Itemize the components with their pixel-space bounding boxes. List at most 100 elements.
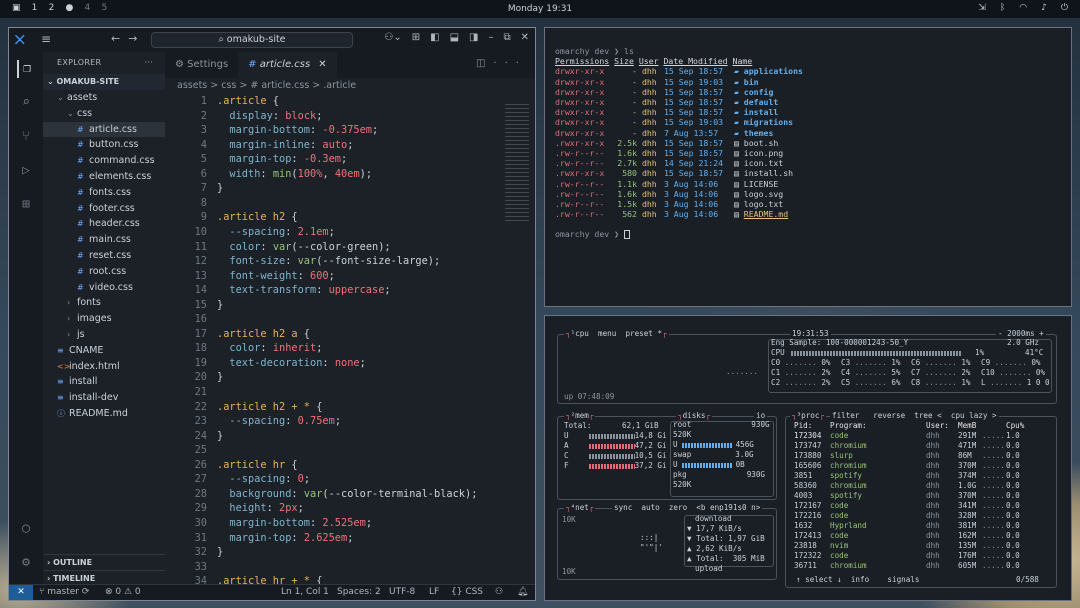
terminal-window[interactable]: omarchy dev ❯ ls Permissions Size User D… bbox=[544, 27, 1072, 307]
tree-item[interactable]: # fonts.css bbox=[43, 185, 165, 201]
clock[interactable]: Monday 19:31 bbox=[0, 4, 1080, 14]
project-section[interactable]: ⌄ OMAKUB-SITE bbox=[43, 74, 165, 90]
tree-item[interactable]: # video.css bbox=[43, 280, 165, 296]
source-control-icon[interactable]: ⑂ bbox=[17, 128, 35, 146]
remote-indicator-icon[interactable]: ✕ bbox=[9, 585, 33, 600]
proc-footer[interactable]: ↑ select ↓ info signals bbox=[796, 575, 919, 585]
eol-status[interactable]: LF bbox=[429, 587, 439, 597]
line-number: 18 bbox=[194, 342, 207, 355]
settings-tab-icon: ⚙ bbox=[175, 59, 188, 70]
code-editor[interactable]: 1 .article {2 display: block; 3 margin-bot… bbox=[165, 94, 525, 587]
tree-item[interactable]: # article.css bbox=[43, 121, 165, 138]
proc-cell[interactable]: 58360 bbox=[794, 481, 817, 491]
account-icon[interactable]: ◯ bbox=[17, 520, 35, 538]
line-number: 33 bbox=[194, 560, 207, 573]
tree-item[interactable]: # reset.css bbox=[43, 248, 165, 264]
explorer-icon[interactable]: ❐ bbox=[17, 60, 35, 78]
tree-item[interactable]: # main.css bbox=[43, 232, 165, 248]
branch-status[interactable]: ⑂ master ⟳ bbox=[39, 587, 89, 597]
outline-section[interactable]: › OUTLINE bbox=[43, 554, 165, 570]
tree-item[interactable]: › js bbox=[43, 327, 165, 343]
core-graph: ....... bbox=[850, 368, 892, 377]
tree-item[interactable]: ⌄ assets bbox=[43, 90, 165, 106]
problems-status[interactable]: ⊗ 0 ⚠ 0 bbox=[105, 587, 141, 597]
proc-cell[interactable]: 4003 bbox=[794, 491, 812, 501]
proc-cell[interactable]: 1632 bbox=[794, 521, 812, 531]
core-graph: ....... bbox=[985, 378, 1027, 387]
proc-cell[interactable]: 173880 bbox=[794, 451, 821, 461]
proc-cell[interactable]: 173747 bbox=[794, 441, 821, 451]
ls-size: - bbox=[632, 86, 637, 97]
tree-item[interactable]: › images bbox=[43, 311, 165, 327]
proc-cell[interactable]: 172413 bbox=[794, 531, 821, 541]
volume-icon[interactable]: ♪ bbox=[1041, 3, 1047, 13]
tree-item[interactable]: # footer.css bbox=[43, 201, 165, 217]
tree-item[interactable]: ≡ CNAME bbox=[43, 343, 165, 359]
proc-cell[interactable]: 172304 bbox=[794, 431, 821, 441]
more-actions-icon[interactable]: ··· bbox=[144, 52, 153, 74]
close-tab-icon[interactable]: ✕ bbox=[318, 59, 326, 70]
notifications-icon[interactable]: 🔔︎ bbox=[517, 587, 528, 597]
current-prompt[interactable]: omarchy dev ❯ bbox=[555, 229, 1061, 240]
proc-cell[interactable]: 172322 bbox=[794, 551, 821, 561]
power-icon[interactable]: ⏻ bbox=[1061, 3, 1068, 13]
language-status[interactable]: {} CSS bbox=[451, 587, 483, 597]
tree-item[interactable]: › fonts bbox=[43, 295, 165, 311]
wifi-icon[interactable]: ◠ bbox=[1019, 3, 1027, 13]
core-label: C4 bbox=[841, 368, 851, 377]
maximize-icon[interactable]: ⧉ bbox=[503, 32, 510, 43]
toggle-panel-icon[interactable]: ⬓ bbox=[450, 32, 459, 43]
ls-user: dhh bbox=[641, 178, 657, 189]
copilot-status-icon[interactable]: ⚇ bbox=[495, 587, 503, 597]
tree-item[interactable]: # command.css bbox=[43, 153, 165, 169]
split-editor-icon[interactable]: ◫ bbox=[476, 58, 493, 69]
copilot-icon[interactable]: ⚇⌄ bbox=[384, 32, 401, 43]
settings-gear-icon[interactable]: ⚙ bbox=[17, 554, 35, 572]
extensions-icon[interactable]: ⊞ bbox=[17, 196, 35, 214]
tab-settings[interactable]: ⚙ Settings bbox=[165, 52, 238, 78]
tree-item[interactable]: ⓘ README.md bbox=[43, 406, 165, 422]
tree-item[interactable]: # button.css bbox=[43, 137, 165, 153]
code-line: height: 2px; bbox=[229, 502, 304, 515]
more-actions-icon[interactable]: ··· bbox=[493, 58, 527, 69]
cursor-position[interactable]: Ln 1, Col 1 bbox=[281, 587, 329, 597]
tree-item[interactable]: ≡ install bbox=[43, 374, 165, 390]
run-debug-icon[interactable]: ▷ bbox=[17, 162, 35, 180]
toggle-aux-icon[interactable]: ◨ bbox=[469, 32, 478, 43]
tree-item[interactable]: <>index.html bbox=[43, 359, 165, 375]
search-view-icon[interactable]: ⌕ bbox=[17, 94, 35, 112]
indentation-status[interactable]: Spaces: 2 bbox=[337, 587, 381, 597]
ls-permissions: drwxr-xr-x bbox=[555, 86, 605, 97]
tree-item[interactable]: ≡ install-dev bbox=[43, 390, 165, 406]
encoding-status[interactable]: UTF-8 bbox=[389, 587, 415, 597]
tree-item[interactable]: ⌄ css bbox=[43, 106, 165, 122]
minimap[interactable] bbox=[505, 104, 529, 224]
nav-back-forward[interactable]: ←→ bbox=[111, 32, 145, 45]
net-tabs[interactable]: sync auto zero <b enp191s0 n> bbox=[612, 503, 763, 514]
code-line: text-transform: uppercase; bbox=[229, 284, 391, 297]
bluetooth-icon[interactable]: ᛒ bbox=[1000, 3, 1005, 13]
menu-icon[interactable]: ≡ bbox=[41, 32, 51, 46]
tree-item[interactable]: # root.css bbox=[43, 264, 165, 280]
proc-tabs[interactable]: filter reverse tree < cpu lazy > bbox=[830, 411, 999, 422]
proc-cell[interactable]: 172216 bbox=[794, 511, 821, 521]
tree-item[interactable]: # header.css bbox=[43, 216, 165, 232]
close-icon[interactable]: ✕ bbox=[521, 32, 529, 43]
toggle-sidebar-icon[interactable]: ◧ bbox=[430, 32, 439, 43]
dropbox-icon[interactable]: ⇲ bbox=[978, 3, 986, 13]
core-pct: 6% bbox=[891, 378, 901, 387]
proc-cell[interactable]: 172167 bbox=[794, 501, 821, 511]
proc-cell[interactable]: 23818 bbox=[794, 541, 817, 551]
btop-window[interactable]: ┐¹cpu menu preset *┌ 19:31:53 - 2000ms +… bbox=[544, 315, 1072, 601]
breadcrumb[interactable]: assets > css > # article.css > .article bbox=[165, 78, 535, 94]
cpu-tabs[interactable]: ┐¹cpu menu preset *┌ bbox=[564, 329, 669, 340]
layout-icon[interactable]: ⊞ bbox=[412, 32, 420, 43]
tree-item[interactable]: # elements.css bbox=[43, 169, 165, 185]
minimize-icon[interactable]: – bbox=[488, 32, 493, 43]
proc-cell[interactable]: 3851 bbox=[794, 471, 812, 481]
css-file-icon: # bbox=[248, 59, 260, 70]
command-center-search[interactable]: ⌕ omakub-site bbox=[151, 32, 353, 48]
proc-cell[interactable]: 165606 bbox=[794, 461, 821, 471]
tab-article-css[interactable]: # article.css ✕ bbox=[238, 52, 337, 78]
proc-cell[interactable]: 36711 bbox=[794, 561, 817, 571]
